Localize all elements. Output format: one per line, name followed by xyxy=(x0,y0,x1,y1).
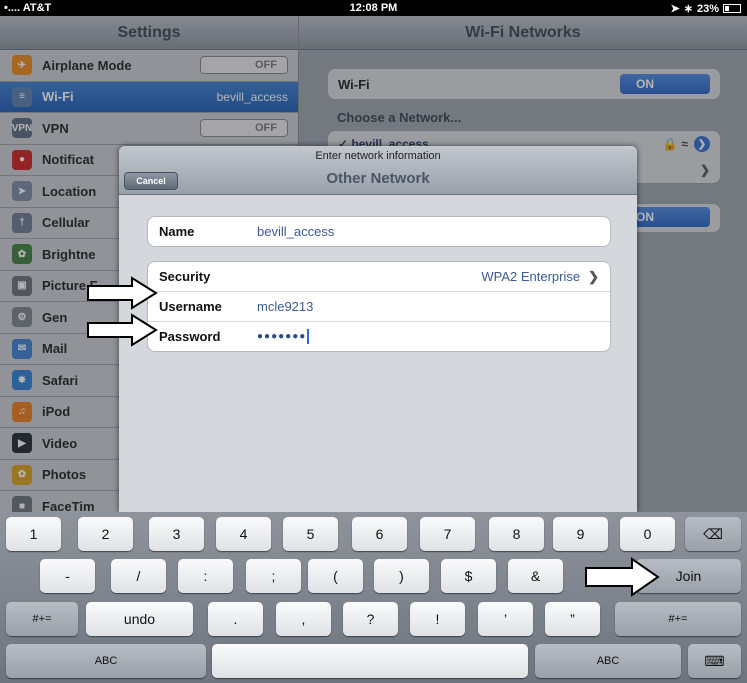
name-label: Name xyxy=(159,224,195,239)
username-field[interactable]: mcle9213 xyxy=(257,299,313,314)
cancel-button[interactable]: Cancel xyxy=(124,172,178,190)
key-7[interactable]: 7 xyxy=(420,517,475,551)
key-6[interactable]: 6 xyxy=(352,517,407,551)
name-row[interactable]: Name bevill_access xyxy=(148,217,610,246)
key-3[interactable]: 3 xyxy=(149,517,204,551)
bluetooth-icon: ∗ xyxy=(683,3,693,15)
symbols-key[interactable]: #+= xyxy=(6,602,78,636)
name-field[interactable]: bevill_access xyxy=(257,224,334,239)
key-symbol[interactable]: & xyxy=(508,559,563,593)
battery-icon xyxy=(723,4,741,13)
key-symbol[interactable]: ! xyxy=(410,602,465,636)
key-symbol[interactable]: ) xyxy=(374,559,429,593)
username-row[interactable]: Username mcle9213 xyxy=(148,291,610,321)
arrow-username-icon xyxy=(87,276,158,310)
key-symbol[interactable]: - xyxy=(40,559,95,593)
chevron-right-icon: ❯ xyxy=(588,268,599,284)
key-symbol[interactable]: ? xyxy=(343,602,398,636)
key-0[interactable]: 0 xyxy=(620,517,675,551)
key-symbol[interactable]: $ xyxy=(441,559,496,593)
dialog-prompt: Enter network information xyxy=(315,150,441,162)
ipad-screen: •.... AT&T 12:08 PM ➤ ∗ 23% Settings ✈ Ai… xyxy=(0,0,747,683)
symbols-key-right[interactable]: #+= xyxy=(615,602,741,636)
password-field[interactable]: ●●●●●●● xyxy=(257,331,306,342)
key-1[interactable]: 1 xyxy=(6,517,61,551)
key-symbol[interactable]: . xyxy=(208,602,263,636)
abc-key[interactable]: ABC xyxy=(6,644,206,678)
backspace-icon[interactable]: ⌫ xyxy=(685,517,741,551)
clock: 12:08 PM xyxy=(349,2,398,14)
password-label: Password xyxy=(159,329,221,344)
key-2[interactable]: 2 xyxy=(78,517,133,551)
key-symbol[interactable]: ” xyxy=(545,602,600,636)
key-symbol[interactable]: : xyxy=(178,559,233,593)
space-bar[interactable] xyxy=(212,644,528,678)
onscreen-keyboard: 1234567890⌫-/:;()$&@Join#+=undo.,?!’”#+=… xyxy=(0,512,747,683)
key-4[interactable]: 4 xyxy=(216,517,271,551)
location-arrow-icon: ➤ xyxy=(670,3,680,15)
key-8[interactable]: 8 xyxy=(489,517,544,551)
status-right: ➤ ∗ 23% xyxy=(671,2,741,15)
key-symbol[interactable]: ( xyxy=(308,559,363,593)
name-group: Name bevill_access xyxy=(147,216,611,247)
battery-percent: 23% xyxy=(696,2,719,15)
username-label: Username xyxy=(159,299,222,314)
security-row[interactable]: Security WPA2 Enterprise ❯ xyxy=(148,262,610,291)
key-symbol[interactable]: ’ xyxy=(478,602,533,636)
arrow-join-icon xyxy=(585,557,660,597)
key-symbol[interactable]: / xyxy=(111,559,166,593)
key-symbol[interactable]: ; xyxy=(246,559,301,593)
dialog-title: Other Network xyxy=(326,170,430,187)
key-symbol[interactable]: , xyxy=(276,602,331,636)
hide-keyboard-icon[interactable]: ⌨ xyxy=(688,644,741,678)
text-cursor xyxy=(307,329,310,344)
key-9[interactable]: 9 xyxy=(553,517,608,551)
dialog-header: Enter network information Other Network … xyxy=(119,146,637,195)
status-bar: •.... AT&T 12:08 PM ➤ ∗ 23% xyxy=(0,0,747,16)
security-label: Security xyxy=(159,269,211,284)
credentials-group: Security WPA2 Enterprise ❯ Username mcle… xyxy=(147,261,611,352)
abc-key-right[interactable]: ABC xyxy=(535,644,681,678)
arrow-password-icon xyxy=(87,313,158,347)
password-row[interactable]: Password ●●●●●●● xyxy=(148,321,610,351)
undo-key[interactable]: undo xyxy=(86,602,193,636)
security-value: WPA2 Enterprise xyxy=(481,269,581,284)
other-network-dialog: Enter network information Other Network … xyxy=(119,146,637,512)
key-5[interactable]: 5 xyxy=(283,517,338,551)
